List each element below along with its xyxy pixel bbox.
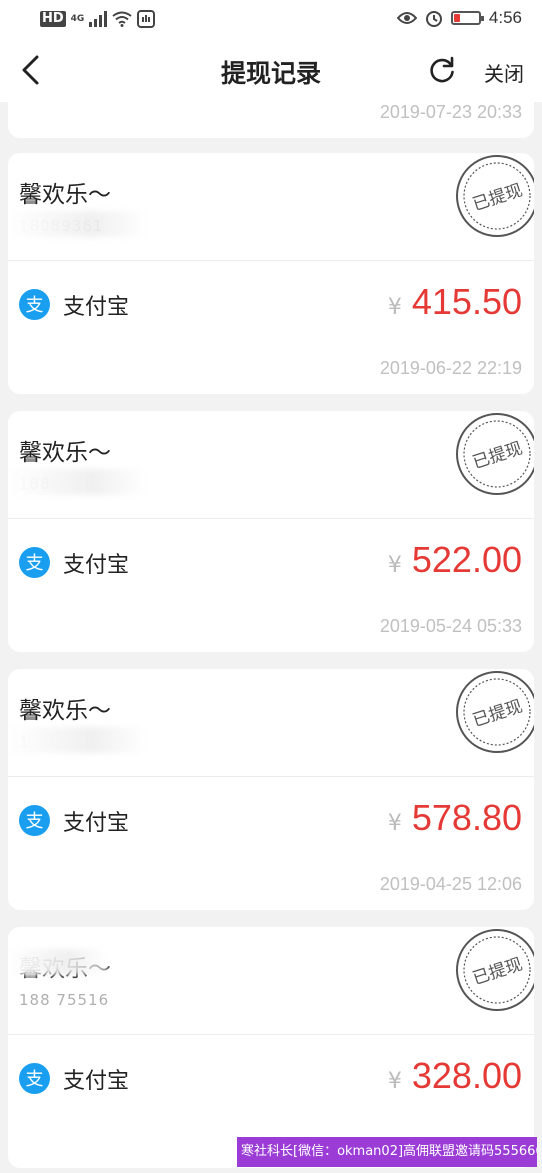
svg-text:支: 支	[26, 295, 44, 316]
payment-row: 支 支付宝 ¥ 415.50	[8, 261, 534, 347]
record-header: 馨欢乐～ 188 已提现	[8, 411, 534, 519]
withdrawn-stamp-icon: 已提现	[456, 413, 534, 495]
currency-symbol: ¥	[387, 295, 402, 320]
withdrawn-stamp-icon: 已提现	[456, 155, 534, 237]
clock: 4:56	[488, 8, 522, 27]
svg-text:支: 支	[26, 1069, 44, 1090]
record-date: 2019-07-23 20:33	[379, 102, 522, 122]
withdraw-amount: 522.00	[411, 539, 522, 580]
withdraw-amount: 578.80	[411, 797, 522, 838]
payment-row: 支 支付宝 ¥ 578.80	[8, 777, 534, 863]
payment-method: 支付宝	[63, 553, 130, 578]
alipay-icon: 支	[19, 289, 50, 320]
privacy-blur	[8, 949, 108, 975]
svg-text:支: 支	[26, 811, 44, 832]
status-bar: HD 4G 4:56	[0, 0, 542, 38]
signal-icon	[89, 11, 108, 27]
withdrawn-stamp-icon: 已提现	[456, 929, 534, 1011]
battery-icon	[450, 11, 484, 25]
privacy-blur	[8, 469, 148, 495]
watermark-banner: 寒社科长[微信：okman02]高佣联盟邀请码555666	[237, 1137, 537, 1167]
user-name: 馨欢乐～	[19, 698, 111, 724]
eye-icon	[396, 12, 417, 24]
payment-method: 支付宝	[63, 295, 130, 320]
currency-symbol: ¥	[387, 811, 402, 836]
close-button[interactable]: 关闭	[484, 58, 524, 87]
svg-text:已提现: 已提现	[470, 439, 525, 474]
svg-text:已提现: 已提现	[470, 955, 525, 990]
payment-method: 支付宝	[63, 1069, 130, 1094]
payment-row: 支 支付宝 ¥ 522.00	[8, 519, 534, 605]
record-date: 2019-04-25 12:06	[379, 874, 522, 894]
record-card[interactable]: 馨欢乐～ 1 已提现 支 支付宝 ¥ 578.80 2019-04-25 12:…	[8, 669, 534, 910]
wifi-icon	[112, 11, 132, 27]
withdraw-amount: 328.00	[411, 1055, 522, 1096]
refresh-icon[interactable]	[427, 55, 457, 85]
user-name: 馨欢乐～	[19, 440, 111, 466]
alipay-icon: 支	[19, 1063, 50, 1094]
record-header: 馨欢乐～ 18089361 已提现	[8, 153, 534, 261]
record-card[interactable]: 馨欢乐～ 188 已提现 支 支付宝 ¥ 522.00 2019-05-24 0…	[8, 411, 534, 652]
user-name: 馨欢乐～	[19, 182, 111, 208]
user-phone: 188 75516	[19, 991, 110, 1009]
currency-symbol: ¥	[387, 553, 402, 578]
record-card[interactable]: 馨欢乐～ 18089361 已提现 支 支付宝 ¥ 415.50 2019-06…	[8, 153, 534, 394]
payment-method: 支付宝	[63, 811, 130, 836]
withdrawn-stamp-icon: 已提现	[456, 671, 534, 753]
privacy-blur	[8, 727, 148, 753]
hd-indicator: HD	[40, 11, 66, 27]
network-type: 4G	[70, 14, 85, 24]
record-card[interactable]: 馨欢乐～ 188 75516 已提现 支 支付宝 ¥ 328.00	[8, 927, 534, 1168]
record-header: 馨欢乐～ 1 已提现	[8, 669, 534, 777]
alipay-icon: 支	[19, 805, 50, 836]
hand-icon	[137, 10, 156, 28]
withdraw-amount: 415.50	[411, 281, 522, 322]
privacy-blur	[8, 211, 148, 237]
alipay-icon: 支	[19, 547, 50, 578]
record-date: 2019-05-24 05:33	[379, 616, 522, 636]
svg-text:已提现: 已提现	[470, 697, 525, 732]
svg-text:支: 支	[26, 553, 44, 574]
record-header: 馨欢乐～ 188 75516 已提现	[8, 927, 534, 1035]
page-title: 提现记录	[220, 59, 321, 88]
record-date: 2019-06-22 22:19	[379, 358, 522, 378]
navbar-overlay: 提现记录 关闭	[0, 38, 542, 102]
payment-row: 支 支付宝 ¥ 328.00	[8, 1035, 534, 1121]
currency-symbol: ¥	[387, 1069, 402, 1094]
svg-text:已提现: 已提现	[470, 181, 525, 216]
alarm-icon	[425, 11, 442, 27]
